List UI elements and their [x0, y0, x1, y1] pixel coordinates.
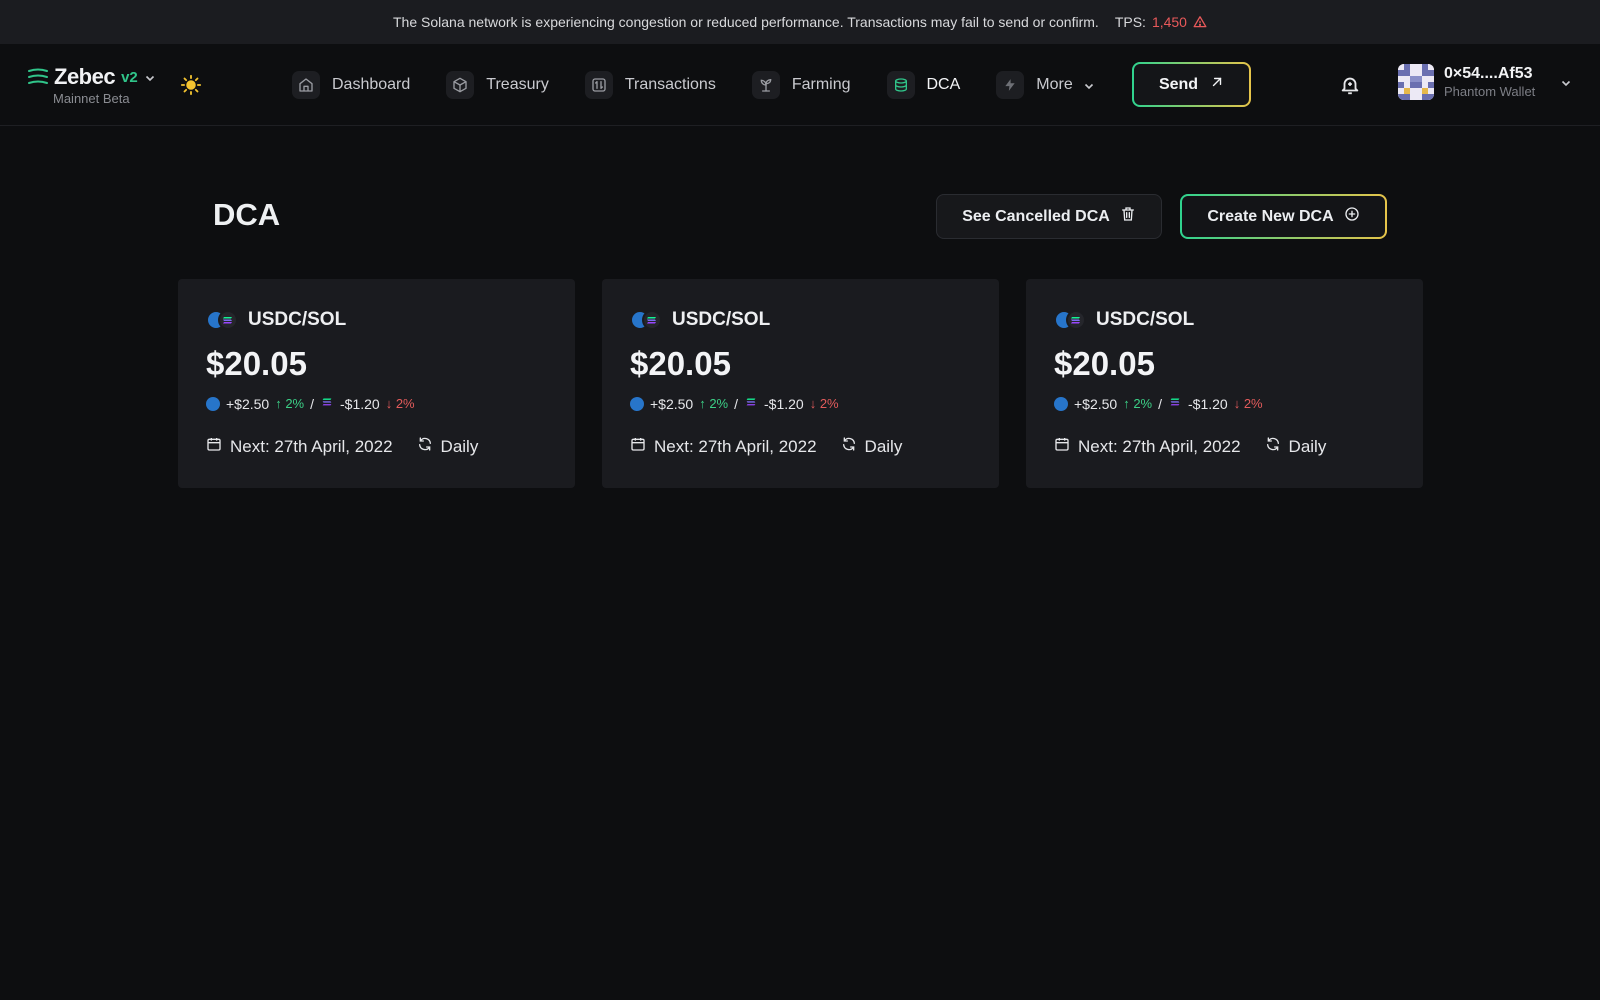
refresh-icon — [841, 436, 857, 457]
dca-amount: $20.05 — [206, 345, 307, 382]
wallet-menu[interactable]: 0×54....Af53 Phantom Wallet — [1398, 64, 1571, 100]
button-label: See Cancelled DCA — [962, 207, 1110, 225]
sol-icon — [642, 310, 662, 330]
sprout-icon — [751, 71, 780, 99]
refresh-icon — [417, 436, 433, 457]
nav-label: Transactions — [624, 76, 716, 93]
main-nav: Dashboard Treasury Transactions Farming … — [292, 68, 1131, 102]
home-icon — [292, 71, 320, 99]
loss-percent: ↓ 2% — [809, 396, 839, 411]
calendar-icon — [1054, 436, 1070, 457]
loss-percent: ↓ 2% — [1233, 396, 1263, 411]
chevron-down-icon — [144, 71, 156, 83]
nav-transactions[interactable]: Transactions — [584, 68, 716, 102]
button-label: Create New DCA — [1207, 207, 1334, 225]
usdc-icon — [1054, 396, 1068, 411]
gain-value: +$2.50 — [650, 395, 694, 412]
wallet-address: 0×54....Af53 — [1444, 65, 1533, 82]
gain-value: +$2.50 — [226, 395, 270, 412]
chevron-down-icon — [1083, 79, 1095, 91]
loss-value: -$1.20 — [340, 395, 380, 412]
sol-icon — [218, 310, 238, 330]
network-warning-banner: The Solana network is experiencing conge… — [0, 0, 1600, 44]
nav-label: Dashboard — [332, 76, 411, 93]
dca-card[interactable]: USDC/SOL $20.05 +$2.50 ↑ 2% / -$1.20 ↓ 2… — [178, 279, 575, 488]
sol-icon — [1168, 395, 1182, 412]
next-date: Next: 27th April, 2022 — [1078, 436, 1241, 456]
frequency: Daily — [864, 436, 903, 456]
trash-icon — [1120, 206, 1136, 227]
calendar-icon — [206, 436, 222, 457]
usdc-icon — [630, 396, 644, 411]
zebec-logo-icon — [26, 67, 50, 87]
warning-icon — [1193, 15, 1207, 29]
gain-percent: ↑ 2% — [1123, 396, 1153, 411]
tps-label: TPS: — [1114, 14, 1146, 30]
top-header: Zebec v2 Mainnet Beta Dashboard Treasury — [0, 44, 1600, 126]
arrow-up-right-icon — [1210, 75, 1224, 94]
tps-value: 1,450 — [1151, 14, 1187, 30]
refresh-icon — [1265, 436, 1281, 457]
separator: / — [1158, 395, 1163, 412]
dca-amount: $20.05 — [630, 345, 731, 382]
network-label: Mainnet Beta — [53, 91, 130, 106]
loss-value: -$1.20 — [764, 395, 804, 412]
nav-label: Treasury — [486, 76, 549, 93]
next-date: Next: 27th April, 2022 — [654, 436, 817, 456]
chevron-down-icon — [1560, 76, 1572, 88]
nav-farming[interactable]: Farming — [751, 68, 851, 102]
loss-value: -$1.20 — [1188, 395, 1228, 412]
nav-more[interactable]: More — [996, 68, 1094, 102]
cube-icon — [446, 71, 475, 99]
calendar-icon — [630, 436, 646, 457]
separator: / — [734, 395, 739, 412]
sun-icon[interactable] — [180, 74, 202, 96]
next-date: Next: 27th April, 2022 — [230, 436, 393, 456]
see-cancelled-dca-button[interactable]: See Cancelled DCA — [936, 194, 1162, 239]
coins-icon — [886, 71, 915, 99]
dca-card[interactable]: USDC/SOL $20.05 +$2.50 ↑ 2% / -$1.20 ↓ 2… — [1026, 279, 1423, 488]
gain-percent: ↑ 2% — [275, 396, 305, 411]
pair-name: USDC/SOL — [1096, 309, 1195, 330]
nav-dashboard[interactable]: Dashboard — [292, 68, 410, 102]
dca-amount: $20.05 — [1054, 345, 1155, 382]
loss-percent: ↓ 2% — [385, 396, 415, 411]
frequency: Daily — [1288, 436, 1327, 456]
dca-card[interactable]: USDC/SOL $20.05 +$2.50 ↑ 2% / -$1.20 ↓ 2… — [602, 279, 999, 488]
gain-percent: ↑ 2% — [699, 396, 729, 411]
sol-icon — [1066, 310, 1086, 330]
brand-switcher[interactable]: Zebec v2 Mainnet Beta — [26, 64, 166, 106]
bell-icon[interactable] — [1339, 74, 1361, 96]
plus-circle-icon — [1344, 206, 1360, 227]
nav-label: DCA — [926, 76, 961, 93]
brand-version: v2 — [121, 68, 138, 86]
sol-icon — [320, 395, 334, 412]
wallet-name: Phantom Wallet — [1444, 84, 1536, 99]
send-button[interactable]: Send — [1132, 62, 1251, 107]
frequency: Daily — [440, 436, 479, 456]
separator: / — [310, 395, 315, 412]
nav-label: More — [1036, 76, 1073, 93]
pair-name: USDC/SOL — [672, 309, 771, 330]
transfer-icon — [584, 71, 613, 99]
bolt-icon — [996, 71, 1025, 99]
pair-name: USDC/SOL — [248, 309, 347, 330]
nav-treasury[interactable]: Treasury — [446, 68, 549, 102]
page-title: DCA — [213, 197, 281, 232]
send-label: Send — [1158, 75, 1199, 93]
sol-icon — [744, 395, 758, 412]
dca-card-list: USDC/SOL $20.05 +$2.50 ↑ 2% / -$1.20 ↓ 2… — [178, 279, 1423, 488]
usdc-icon — [206, 396, 220, 411]
banner-message: The Solana network is experiencing conge… — [393, 14, 1099, 30]
create-new-dca-button[interactable]: Create New DCA — [1180, 194, 1387, 239]
brand-name: Zebec — [54, 64, 116, 89]
gain-value: +$2.50 — [1074, 395, 1118, 412]
wallet-avatar — [1398, 64, 1434, 100]
nav-label: Farming — [791, 76, 851, 93]
nav-dca[interactable]: DCA — [886, 68, 961, 102]
